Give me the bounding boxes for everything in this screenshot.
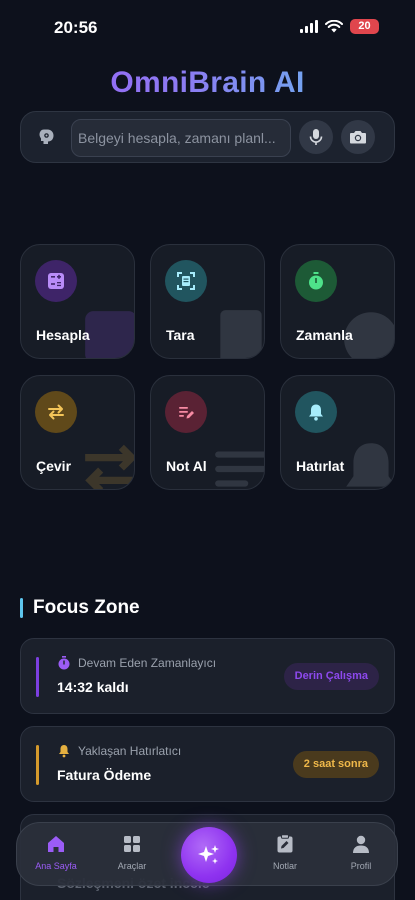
tab-label: Profil [350, 861, 372, 871]
tab-notes[interactable]: Notlar [255, 833, 315, 871]
wifi-icon [325, 20, 343, 33]
tab-label: Araçlar [117, 861, 147, 871]
camera-button[interactable] [341, 120, 375, 154]
status-bar: 20:56 20 [0, 0, 415, 56]
battery-indicator: 20 [350, 19, 379, 34]
focus-card-timer[interactable]: Devam Eden Zamanlayıcı 14:32 kaldı Derin… [20, 638, 395, 714]
search-bar [20, 111, 395, 163]
section-accent-bar [20, 598, 23, 618]
voice-input-button[interactable] [299, 120, 333, 154]
grid-icon [124, 836, 140, 852]
tile-label: Not Al [166, 458, 207, 474]
cellular-signal-icon [300, 20, 318, 33]
calculator-icon [35, 260, 77, 302]
home-icon [48, 836, 64, 852]
card-main-text: Fatura Ödeme [57, 767, 152, 783]
status-badge: Derin Çalışma [283, 663, 379, 690]
brain-icon [39, 129, 54, 144]
bell-watermark-icon [346, 443, 394, 487]
camera-icon [350, 131, 366, 144]
user-icon [353, 835, 369, 853]
tab-label: Notlar [272, 861, 297, 871]
tile-tara[interactable]: Tara [150, 244, 265, 359]
tab-tools[interactable]: Araçlar [102, 833, 162, 871]
lines-watermark-icon [215, 451, 264, 487]
card-accent-bar [36, 745, 39, 785]
tab-home[interactable]: Ana Sayfa [26, 833, 86, 871]
tile-label: Tara [166, 327, 195, 343]
bell-icon [59, 745, 69, 758]
focus-card-reminder[interactable]: Yaklaşan Hatırlatıcı Fatura Ödeme 2 saat… [20, 726, 395, 802]
focus-zone-heading: Focus Zone [20, 597, 140, 619]
tile-zamanla[interactable]: Zamanla [280, 244, 395, 359]
tile-label: Hatırlat [296, 458, 345, 474]
tile-hesapla[interactable]: Hesapla [20, 244, 135, 359]
card-kicker: Yaklaşan Hatırlatıcı [78, 744, 182, 758]
app-title: OmniBrain AI [0, 66, 415, 100]
tile-hatirlat[interactable]: Hatırlat [280, 375, 395, 490]
card-accent-bar [36, 657, 39, 697]
tile-label: Çevir [36, 458, 72, 474]
tile-label: Zamanla [296, 327, 353, 343]
sparkles-icon [198, 845, 219, 864]
tile-not-al[interactable]: Not Al [150, 375, 265, 490]
clipboard-edit-icon [277, 834, 293, 853]
card-kicker: Devam Eden Zamanlayıcı [78, 656, 217, 670]
bell-icon [295, 391, 337, 433]
tab-label: Ana Sayfa [35, 861, 77, 871]
section-title: Focus Zone [33, 597, 140, 618]
microphone-icon [309, 129, 323, 145]
timer-icon [58, 656, 70, 670]
ai-assistant-button[interactable] [181, 827, 237, 883]
tile-label: Hesapla [36, 327, 90, 343]
bottom-tab-bar: Ana Sayfa Araçlar Notlar Profil [16, 822, 398, 886]
card-main-text: 14:32 kaldı [57, 679, 129, 695]
scan-icon [165, 260, 207, 302]
search-input[interactable] [71, 119, 291, 157]
timer-icon [295, 260, 337, 302]
status-icons: 20 [300, 19, 379, 34]
status-badge: 2 saat sonra [292, 751, 379, 778]
status-time: 20:56 [54, 18, 98, 37]
note-edit-icon [165, 391, 207, 433]
tile-cevir[interactable]: Çevir [20, 375, 135, 490]
swap-icon [35, 391, 77, 433]
tab-profile[interactable]: Profil [331, 833, 391, 871]
document-watermark-icon [220, 310, 262, 358]
swap-watermark-icon [85, 444, 134, 489]
